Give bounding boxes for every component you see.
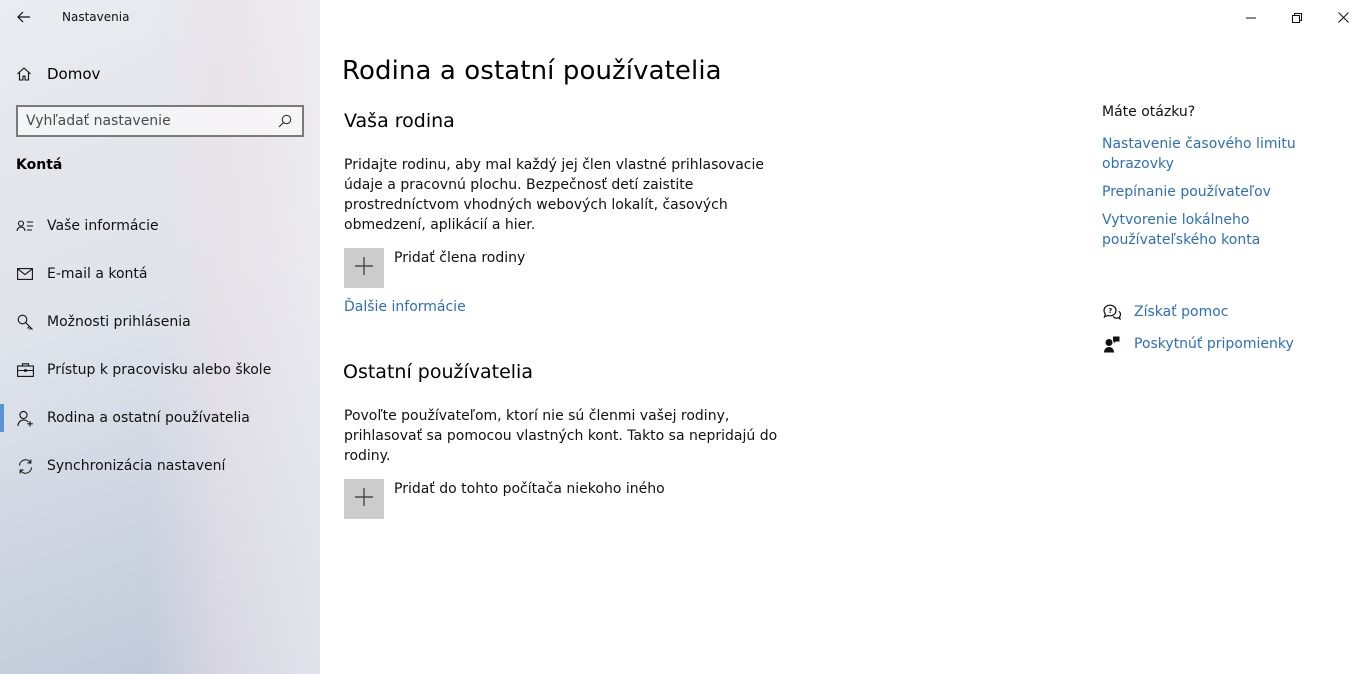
page-title: Rodina a ostatní používatelia — [342, 56, 722, 86]
add-other-user-label: Pridať do tohto počítača niekoho iného — [394, 481, 665, 497]
add-family-member-button[interactable]: Pridať člena rodiny — [344, 248, 525, 288]
add-tile — [344, 248, 384, 288]
sidebar-item-label: Vaše informácie — [47, 218, 159, 234]
add-other-user-button[interactable]: Pridať do tohto počítača niekoho iného — [344, 479, 665, 519]
screen-time-limit-link[interactable]: Nastavenie časového limitu obrazovky — [1102, 134, 1322, 174]
sidebar-item-your-info[interactable]: Vaše informácie — [0, 202, 320, 250]
restore-button[interactable] — [1274, 0, 1320, 34]
sidebar-item-label: Prístup k pracovisku alebo škole — [47, 362, 272, 378]
question-heading: Máte otázku? — [1102, 104, 1196, 120]
svg-text:?: ? — [1108, 307, 1112, 315]
add-tile — [344, 479, 384, 519]
create-local-account-link[interactable]: Vytvorenie lokálneho používateľského kon… — [1102, 210, 1322, 250]
sidebar-item-work-school[interactable]: Prístup k pracovisku alebo škole — [0, 346, 320, 394]
section-title: Kontá — [16, 157, 63, 173]
plus-icon — [355, 488, 373, 510]
feedback-icon — [1102, 334, 1122, 354]
key-icon — [16, 313, 34, 331]
feedback-link[interactable]: Poskytnúť pripomienky — [1102, 334, 1294, 354]
app-title: Nastavenia — [62, 10, 130, 24]
person-add-icon — [16, 409, 34, 427]
back-button[interactable] — [10, 6, 38, 28]
search-icon[interactable] — [276, 112, 294, 130]
close-icon — [1337, 8, 1349, 27]
search-input[interactable] — [26, 113, 276, 129]
sidebar-nav: Vaše informácie E-mail a kontá Možnosti … — [0, 202, 320, 490]
sidebar-home[interactable]: Domov — [16, 62, 100, 86]
briefcase-icon — [16, 361, 34, 379]
plus-icon — [355, 257, 373, 279]
home-icon — [16, 64, 36, 84]
sidebar-item-label: Synchronizácia nastavení — [47, 458, 226, 474]
search-box[interactable] — [16, 105, 304, 137]
sidebar-item-email[interactable]: E-mail a kontá — [0, 250, 320, 298]
back-arrow-icon — [17, 8, 31, 27]
sync-icon — [16, 457, 34, 475]
get-help-link[interactable]: ? Získať pomoc — [1102, 302, 1229, 322]
contact-card-icon — [16, 217, 34, 235]
titlebar: Nastavenia — [0, 0, 320, 34]
sidebar-item-sync[interactable]: Synchronizácia nastavení — [0, 442, 320, 490]
close-button[interactable] — [1320, 0, 1366, 34]
related-settings: Máte otázku? Nastavenie časového limitu … — [1102, 104, 1322, 258]
minimize-button[interactable] — [1228, 0, 1274, 34]
other-users-description: Povoľte používateľom, ktorí nie sú členm… — [344, 408, 778, 464]
mail-icon — [16, 265, 34, 283]
family-description: Pridajte rodinu, aby mal každý jej člen … — [344, 157, 764, 233]
window-controls — [1228, 0, 1366, 34]
sidebar-item-family[interactable]: Rodina a ostatní používatelia — [0, 394, 320, 442]
sidebar-item-sign-in-options[interactable]: Možnosti prihlásenia — [0, 298, 320, 346]
minimize-icon — [1246, 8, 1256, 27]
sidebar-item-label: Možnosti prihlásenia — [47, 314, 191, 330]
feedback-label: Poskytnúť pripomienky — [1134, 336, 1294, 352]
add-family-member-label: Pridať člena rodiny — [394, 250, 526, 266]
home-label: Domov — [47, 65, 101, 83]
more-info-link[interactable]: Ďalšie informácie — [344, 299, 466, 315]
other-users-heading: Ostatní používatelia — [343, 361, 533, 383]
switch-users-link[interactable]: Prepínanie používateľov — [1102, 182, 1322, 202]
sidebar-item-label: Rodina a ostatní používatelia — [47, 410, 250, 426]
restore-icon — [1292, 8, 1302, 27]
family-heading: Vaša rodina — [344, 110, 455, 132]
sidebar: Nastavenia Domov Kontá Vaše informácie E… — [0, 0, 320, 674]
help-chat-icon: ? — [1102, 302, 1122, 322]
sidebar-item-label: E-mail a kontá — [47, 266, 148, 282]
main-content: Rodina a ostatní používatelia Vaša rodin… — [320, 0, 1366, 674]
get-help-label: Získať pomoc — [1134, 304, 1229, 320]
